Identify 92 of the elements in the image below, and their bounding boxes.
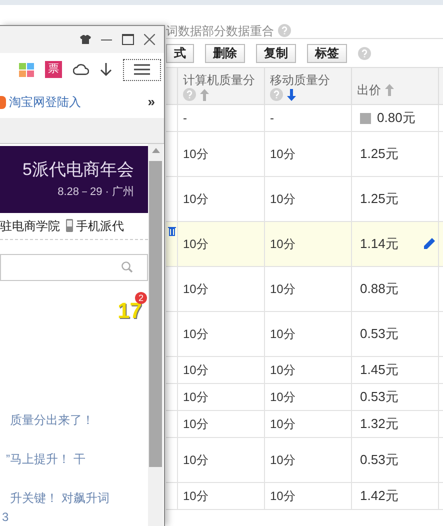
event-banner[interactable]: 5派代电商年会 8.28－29 · 广州	[0, 146, 148, 214]
table-row[interactable]: 10分 10分 1.42元	[166, 483, 443, 510]
news-link[interactable]: 3	[2, 508, 9, 526]
menu-button[interactable]	[123, 58, 161, 80]
notification-badge: 2	[135, 292, 147, 304]
table-cell-text: 10分	[183, 326, 208, 343]
table-row[interactable]: - - 0.80元	[166, 105, 443, 132]
close-icon[interactable]	[144, 34, 155, 45]
table-cell-text: 0.80元	[377, 109, 416, 128]
table-cell-text: -	[183, 110, 187, 127]
table-cell-text: 10分	[270, 281, 296, 298]
minimize-icon[interactable]	[101, 38, 112, 40]
search-field[interactable]	[0, 254, 148, 281]
bookmark-link[interactable]: 淘宝网登陆入	[9, 93, 81, 111]
table-cell-text: 1.25元	[360, 190, 398, 208]
table-cell-text: 10分	[270, 191, 296, 208]
help-icon[interactable]	[183, 88, 196, 101]
column-header[interactable]: 移动质量分	[265, 68, 352, 104]
shirt-icon[interactable]	[80, 35, 91, 44]
help-icon[interactable]	[278, 24, 291, 37]
table-cell-text: 10分	[183, 389, 208, 406]
table-cell-text: 10分	[270, 389, 296, 406]
table-cell-text: 10分	[183, 146, 208, 163]
table-cell-text: 0.88元	[360, 280, 398, 298]
edit-icon[interactable]	[422, 237, 436, 251]
table-cell-text: 10分	[183, 236, 208, 253]
scrollbar[interactable]	[148, 144, 163, 526]
table-cell-text: 1.25元	[360, 145, 398, 164]
table-row[interactable]: 10分 10分 1.45元	[166, 357, 443, 384]
table-cell-text: 10分	[183, 362, 208, 379]
banner-title: 5派代电商年会	[22, 160, 134, 180]
menu-icon	[134, 64, 150, 75]
table-cell-text: 10分	[270, 326, 296, 343]
table-row[interactable]: 10分 10分 0.53元	[166, 312, 443, 357]
nav-link[interactable]: 手机派代	[76, 216, 124, 235]
scrollbar-thumb[interactable]	[149, 161, 162, 467]
table-cell-text: 10分	[183, 191, 208, 208]
news-link[interactable]: ”马上提升！ 干	[6, 450, 86, 468]
table-row[interactable]: 10分 10分 0.53元	[166, 438, 443, 483]
news-link[interactable]: 质量分出来了！	[10, 411, 94, 429]
table-cell-text: 1.32元	[360, 415, 398, 434]
table-row[interactable]: 10分 10分 1.32元	[166, 411, 443, 438]
column-title: 计算机质量分	[183, 72, 255, 88]
table-cell-text: 10分	[270, 452, 296, 469]
column-header[interactable]: 出价	[352, 68, 439, 104]
table-cell-text: 10分	[183, 488, 208, 505]
toolbar-button[interactable]: 复制	[256, 44, 296, 62]
maximize-icon[interactable]	[122, 34, 134, 45]
sort-up-icon[interactable]	[200, 88, 209, 100]
news-link[interactable]: 升关键！ 对飙升词	[10, 489, 110, 507]
download-icon[interactable]	[100, 62, 112, 76]
banner-subtitle: 8.28－29 · 广州	[58, 184, 134, 200]
help-icon[interactable]	[270, 88, 283, 101]
toolbar-button[interactable]: 删除	[205, 44, 245, 62]
apps-icon[interactable]	[19, 62, 34, 76]
table-cell-text: 10分	[270, 146, 296, 163]
cloud-icon[interactable]	[73, 64, 89, 75]
table-cell-text: 1.14元	[360, 235, 398, 254]
table-row[interactable]: 10分 10分 1.25元	[166, 132, 443, 177]
toolbar-button[interactable]: 式	[166, 44, 194, 62]
table-cell-text: 10分	[270, 488, 296, 505]
table-cell-text: 10分	[270, 236, 296, 253]
search-icon	[121, 261, 133, 274]
table-cell-text: 10分	[183, 281, 208, 298]
section-heading: 词数据部分数据重合	[166, 22, 274, 40]
table-cell-text: 1.45元	[360, 361, 398, 380]
bookmark-icon	[0, 96, 6, 108]
table-cell-text: 10分	[270, 362, 296, 379]
table-cell-text: 1.42元	[360, 487, 398, 506]
table-cell-text: 0.53元	[360, 451, 398, 470]
toolbar-button[interactable]: 标签	[307, 44, 347, 62]
scroll-up-icon[interactable]	[152, 148, 160, 153]
trash-icon[interactable]	[168, 226, 176, 236]
nav-link[interactable]: 驻电商学院	[0, 216, 60, 235]
ticket-button[interactable]: 票	[45, 61, 62, 78]
table-cell-text: 10分	[183, 452, 208, 469]
table-cell-text: -	[270, 110, 274, 127]
more-bookmarks[interactable]: »	[148, 92, 155, 112]
sort-down-icon[interactable]	[287, 88, 296, 100]
help-icon[interactable]	[358, 46, 371, 60]
table-row[interactable]: 10分 10分 0.53元	[166, 384, 443, 411]
table-row[interactable]: 10分 10分 1.14元	[166, 222, 443, 267]
column-title: 出价	[357, 82, 381, 98]
table-cell-text: 10分	[183, 416, 208, 433]
table-cell-text: 10分	[270, 416, 296, 433]
table-cell-text: 0.53元	[360, 325, 398, 344]
column-header[interactable]: 计算机质量分	[178, 68, 265, 104]
column-title: 移动质量分	[270, 72, 330, 88]
table-row[interactable]: 10分 10分 0.88元	[166, 267, 443, 312]
table-cell-text: 0.53元	[360, 388, 398, 406]
sort-up-icon[interactable]	[385, 84, 394, 96]
table-row[interactable]: 10分 10分 1.25元	[166, 177, 443, 222]
